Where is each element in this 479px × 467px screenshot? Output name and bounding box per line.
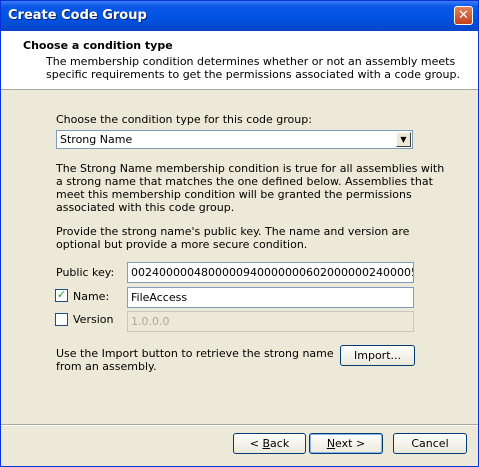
condition-type-select[interactable]: Strong Name ▼ xyxy=(56,130,413,149)
close-button[interactable]: ✕ xyxy=(454,6,473,25)
import-button[interactable]: Import... xyxy=(340,345,415,366)
public-key-field[interactable]: 0024000004800000940000000602000000240000… xyxy=(127,262,414,283)
public-key-label: Public key: xyxy=(56,266,115,279)
header-description: The membership condition determines whet… xyxy=(46,55,460,81)
description-line: meet this membership condition will be g… xyxy=(56,188,412,201)
back-button[interactable]: < Back xyxy=(233,433,306,454)
header-title: Choose a condition type xyxy=(23,39,173,52)
header-desc-line: The membership condition determines whet… xyxy=(46,55,456,68)
condition-description: The Strong Name membership condition is … xyxy=(56,162,444,214)
import-line: Use the Import button to retrieve the st… xyxy=(56,347,334,360)
instructions-line: optional but provide a more secure condi… xyxy=(56,238,308,251)
back-arrow: < xyxy=(249,437,259,450)
name-value: FileAccess xyxy=(131,291,188,304)
checkmark-icon: ✓ xyxy=(56,288,67,301)
next-label: ext xyxy=(335,437,353,450)
header-desc-line: specific requirements to get the permiss… xyxy=(46,68,460,81)
next-button[interactable]: Next > xyxy=(309,433,383,454)
window-title: Create Code Group xyxy=(8,8,147,23)
public-key-value: 0024000004800000940000000602000000240000… xyxy=(131,266,413,279)
condition-type-label: Choose the condition type for this code … xyxy=(56,113,312,126)
create-code-group-dialog: Create Code Group ✕ Choose a condition t… xyxy=(0,0,479,467)
description-line: associated with this code group. xyxy=(56,201,235,214)
back-label: ack xyxy=(270,437,290,450)
wizard-header: Choose a condition type The membership c… xyxy=(1,31,478,90)
description-line: a strong name that matches the one defin… xyxy=(56,175,433,188)
import-line: from an assembly. xyxy=(56,360,157,373)
footer-separator xyxy=(1,424,478,426)
description-line: The Strong Name membership condition is … xyxy=(56,162,445,175)
condition-type-selected: Strong Name xyxy=(60,133,133,146)
version-field[interactable]: 1.0.0.0 xyxy=(127,311,414,332)
back-mnemonic: B xyxy=(262,437,271,450)
next-arrow: > xyxy=(355,437,366,450)
name-label: Name: xyxy=(73,290,110,303)
close-icon: ✕ xyxy=(458,8,469,23)
cancel-button[interactable]: Cancel xyxy=(393,433,467,454)
name-field[interactable]: FileAccess xyxy=(127,287,414,308)
import-instructions: Use the Import button to retrieve the st… xyxy=(56,347,334,373)
title-bar[interactable]: Create Code Group ✕ xyxy=(1,1,478,31)
name-checkbox[interactable]: ✓ xyxy=(55,288,68,302)
dropdown-button[interactable]: ▼ xyxy=(396,132,411,147)
version-checkbox[interactable] xyxy=(55,313,68,326)
version-label: Version xyxy=(73,313,114,326)
next-mnemonic: N xyxy=(326,437,336,450)
version-value: 1.0.0.0 xyxy=(131,315,170,328)
chevron-down-icon: ▼ xyxy=(400,135,407,144)
instructions-line: Provide the strong name's public key. Th… xyxy=(56,225,410,238)
instructions: Provide the strong name's public key. Th… xyxy=(56,225,409,251)
